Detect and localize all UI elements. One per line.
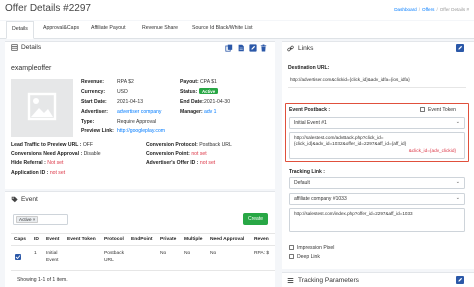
chevron-down-icon: ⌄	[455, 179, 460, 185]
offer-image-placeholder	[11, 79, 73, 137]
start-date-label: Start Date:	[81, 99, 107, 105]
tab-affiliate-payout[interactable]: Affiliate Payout	[91, 25, 126, 31]
breadcrumb-current: Offer Details #	[439, 7, 469, 12]
end-date-value: 2021-04-30	[204, 99, 231, 105]
currency-label: Currency:	[81, 89, 106, 95]
document-icon[interactable]	[237, 44, 245, 54]
link-icon	[287, 45, 294, 54]
edit-icon[interactable]	[249, 44, 257, 54]
event-select[interactable]: Initial Event #1 ⌄	[289, 117, 465, 129]
conversion-protocol-row: Conversion Protocol: Postback URL	[146, 142, 232, 148]
row-id: 1	[34, 251, 37, 256]
col-endpoint: EndPoint	[131, 237, 153, 242]
event-token-checkbox[interactable]	[420, 107, 425, 112]
row-revenue: RPA: $	[254, 251, 270, 256]
tab-source-id-list[interactable]: Source Id Black/White List	[192, 25, 253, 31]
create-event-button[interactable]: Create	[243, 213, 268, 225]
type-label: Type:	[81, 119, 95, 125]
col-revenue: Reven	[254, 237, 269, 242]
links-edit-icon[interactable]	[456, 44, 464, 52]
manager-label: Manager:	[180, 109, 203, 115]
conversion-point-row: Conversion Point: not set	[146, 151, 207, 157]
row-event: Initial Event	[46, 251, 59, 263]
page-title: Offer Details #2297	[5, 3, 91, 14]
tracking-url[interactable]: http://salestest.com/index.php?offer_id=…	[289, 208, 465, 232]
status-badge: Active	[199, 88, 219, 94]
col-multiple: Multiple	[184, 237, 203, 242]
row-approval: No	[210, 251, 217, 256]
affiliate-select[interactable]: affiliate company #1033 ⌄	[289, 193, 465, 205]
revenue-label: Revenue:	[81, 79, 104, 85]
tag-icon	[11, 196, 18, 205]
details-title: Details	[21, 44, 42, 51]
payout-label: Payout:	[180, 79, 199, 85]
breadcrumb-offers[interactable]: Offers	[422, 7, 434, 12]
breadcrumb-dashboard[interactable]: Dashboard	[394, 7, 416, 12]
tab-approval-caps[interactable]: Approval&Caps	[43, 25, 79, 31]
impression-pixel-label: Impression Pixel	[297, 245, 335, 251]
tracking-link-label: Tracking Link :	[289, 169, 325, 175]
preview-link[interactable]: http://googleplay.com	[117, 128, 165, 134]
end-date-label: End Date:	[180, 99, 204, 105]
col-event-token: Event Token	[67, 237, 96, 242]
col-private: Private	[160, 237, 177, 242]
tab-bar: Details Approval&Caps Affiliate Payout R…	[0, 21, 474, 39]
lead-traffic-row: Lead Traffic to Preview URL : OFF	[11, 142, 94, 148]
preview-link-label: Preview Link:	[81, 128, 114, 134]
filter-tag-remove[interactable]: ×	[33, 217, 36, 222]
destination-url-value: http://advertiser.com&clickid={click_id}…	[290, 77, 410, 82]
event-title: Event	[21, 196, 38, 203]
col-id: ID	[34, 237, 39, 242]
application-id-row: Application ID : not set	[11, 170, 66, 176]
trash-icon[interactable]	[260, 44, 267, 54]
col-caps: Caps	[14, 237, 26, 242]
col-event: Event	[46, 237, 60, 242]
manager-link[interactable]: adv 1	[204, 109, 216, 115]
image-icon	[27, 92, 57, 121]
copy-icon[interactable]	[225, 44, 233, 54]
currency-value: USD	[117, 89, 128, 95]
row-multiple: No	[184, 251, 191, 256]
filter-tag-active: Active ×	[16, 215, 39, 223]
links-title: Links	[298, 45, 314, 52]
event-postback-url[interactable]: http://salestest.com/advBack.php?click_i…	[289, 132, 465, 159]
row-protocol: Postback URL	[104, 251, 125, 263]
tracking-params-edit-icon[interactable]	[456, 276, 464, 284]
advertiser-offer-id-row: Advertiser's Offer ID : not set	[146, 160, 216, 166]
type-value: Require Approval	[117, 119, 157, 125]
chevron-down-icon: ⌄	[455, 195, 460, 201]
postback-suffix: &click_id={adv_clickid}	[408, 147, 456, 153]
row-checkbox[interactable]	[15, 254, 21, 260]
tracking-select[interactable]: Default ⌄	[289, 177, 465, 189]
advertiser-link[interactable]: advertiser company	[117, 109, 161, 115]
revenue-value: RPA $2	[117, 79, 134, 85]
hide-referral-row: Hide Referral : Not set	[11, 160, 64, 166]
breadcrumb: Dashboard / Offers / Offer Details #	[394, 7, 469, 12]
row-private: No	[160, 251, 167, 256]
payout-value: CPA $1	[200, 79, 217, 85]
details-icon	[11, 44, 18, 53]
chevron-down-icon: ⌄	[455, 119, 460, 125]
event-token-label: Event Token	[428, 107, 456, 113]
event-postback-label: Event Postback :	[289, 107, 331, 113]
tracking-params-title: Tracking Parameters	[298, 277, 359, 284]
offer-name: exampleoffer	[11, 65, 52, 72]
tab-revenue-share[interactable]: Revenue Share	[142, 25, 178, 31]
event-status-filter[interactable]: Active ×	[13, 214, 68, 225]
tab-details[interactable]: Details	[6, 21, 34, 39]
table-footer: Showing 1-1 of 1 item.	[17, 277, 68, 283]
status-label: Status:	[180, 89, 198, 95]
deep-link-checkbox[interactable]	[289, 254, 294, 259]
col-need-approval: Need Approval	[210, 237, 245, 242]
destination-url-label: Destination URL:	[288, 65, 330, 71]
impression-pixel-checkbox[interactable]	[289, 245, 294, 250]
advertiser-label: Advertiser:	[81, 109, 108, 115]
deep-link-label: Deep Link	[297, 254, 320, 260]
list-icon	[287, 277, 294, 286]
check-icon	[15, 255, 21, 260]
col-protocol: Protocol	[104, 237, 124, 242]
start-date-value: 2021-04-13	[117, 99, 144, 105]
conversions-approval-row: Conversions Need Approval : Disable	[11, 151, 101, 157]
